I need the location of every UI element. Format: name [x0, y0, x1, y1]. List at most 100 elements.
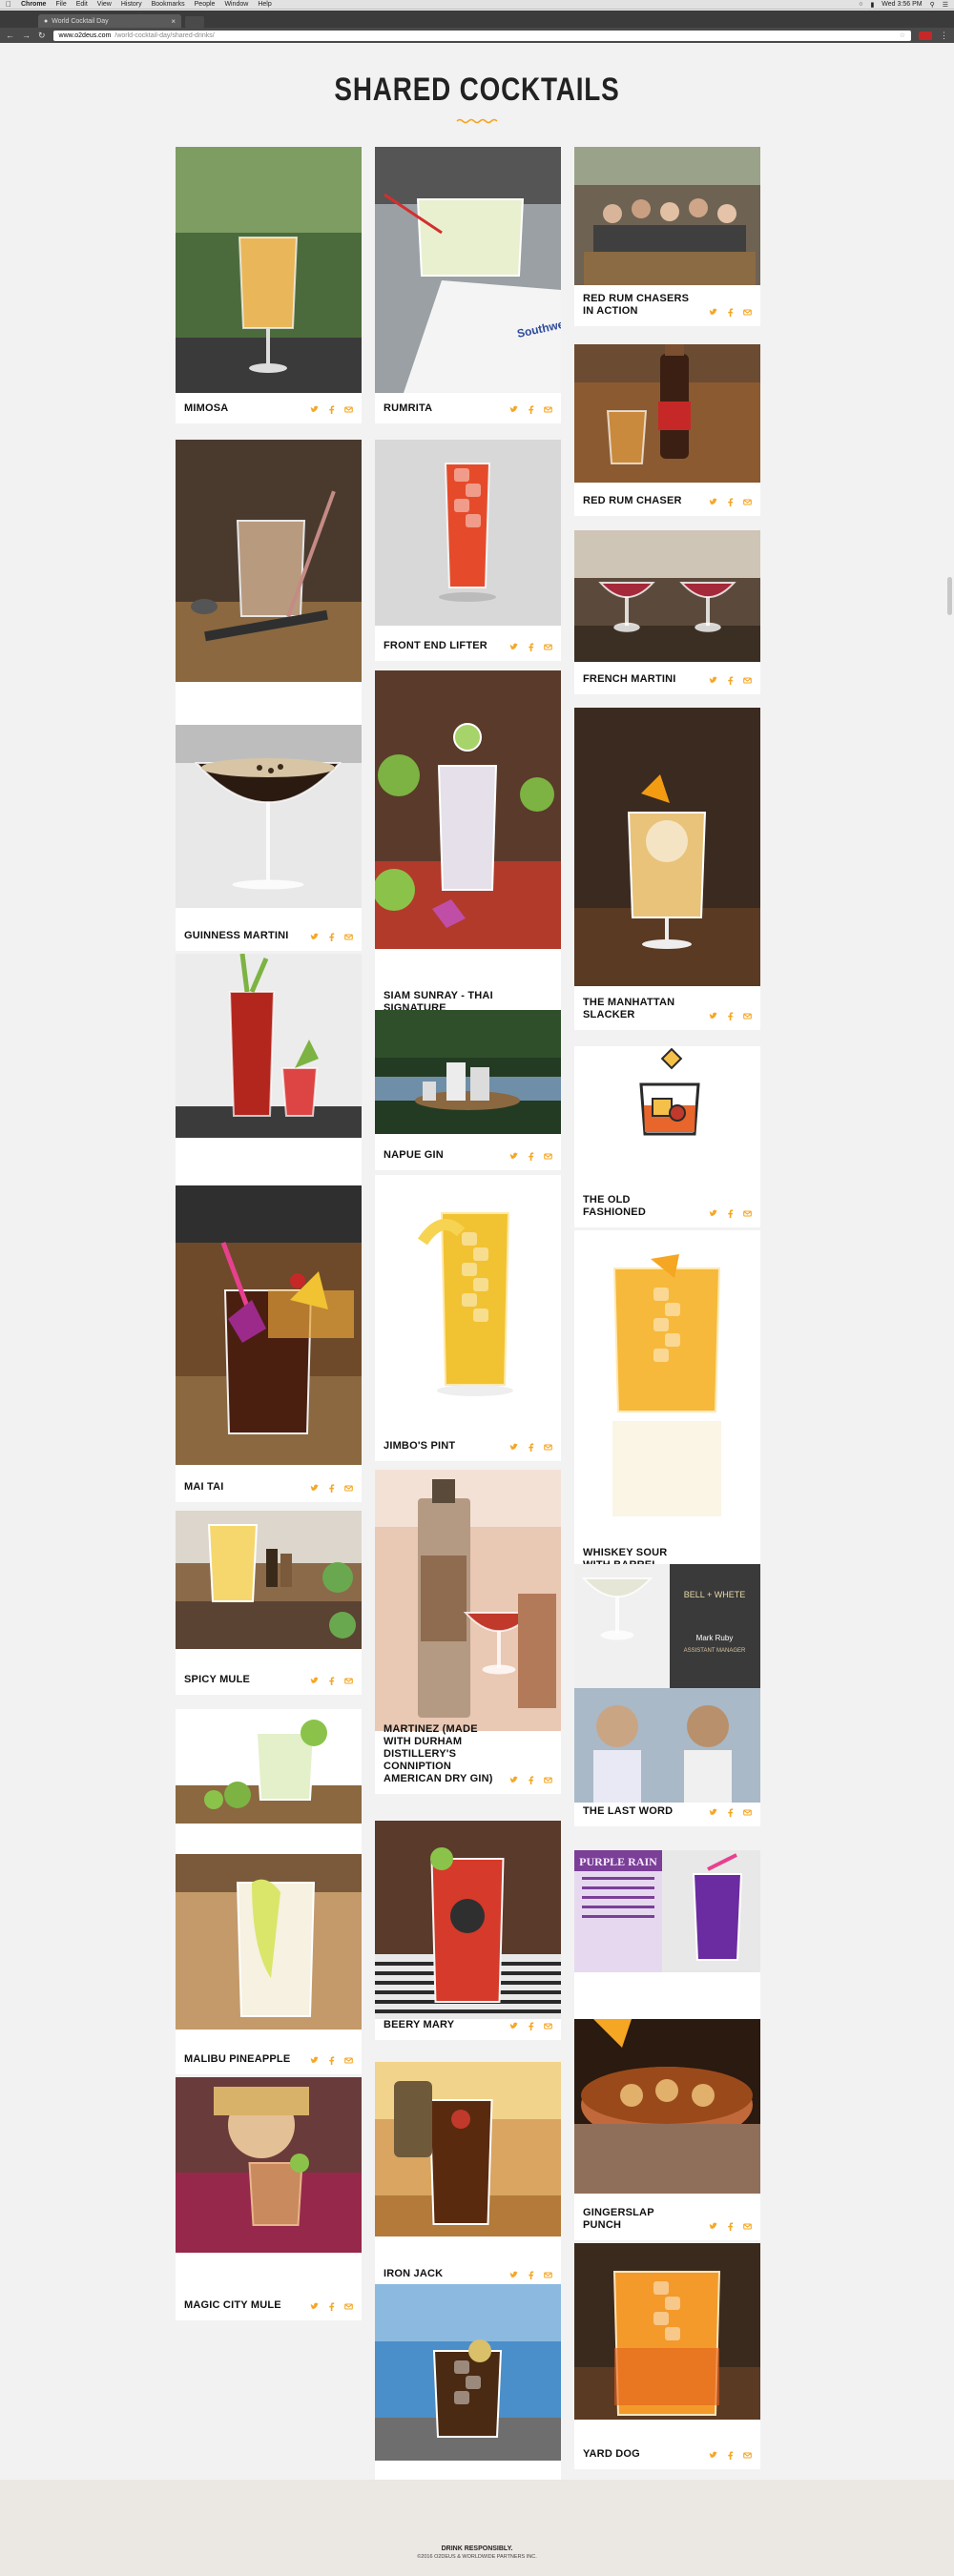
extension-icon[interactable] — [919, 31, 932, 40]
menu-history[interactable]: History — [121, 1, 142, 8]
twitter-icon[interactable] — [310, 2056, 319, 2065]
cocktail-card[interactable]: NAPUE GIN — [375, 1010, 561, 1170]
cocktail-photo[interactable] — [375, 440, 561, 626]
facebook-icon[interactable] — [527, 1443, 535, 1452]
cocktail-photo[interactable] — [176, 1511, 362, 1649]
email-icon[interactable] — [743, 1012, 752, 1020]
menu-list-icon[interactable]: ☰ — [943, 1, 948, 9]
facebook-icon[interactable] — [327, 2302, 336, 2311]
cocktail-photo[interactable] — [176, 1709, 362, 1824]
cocktail-photo[interactable] — [375, 1470, 561, 1731]
cocktail-photo[interactable] — [375, 1821, 561, 2019]
scrollbar[interactable] — [947, 577, 952, 615]
twitter-icon[interactable] — [709, 1012, 717, 1020]
email-icon[interactable] — [544, 1443, 552, 1452]
twitter-icon[interactable] — [310, 933, 319, 941]
email-icon[interactable] — [743, 676, 752, 685]
email-icon[interactable] — [344, 1484, 353, 1493]
facebook-icon[interactable] — [327, 1484, 336, 1493]
facebook-icon[interactable] — [726, 498, 735, 506]
cocktail-card[interactable]: DARK AND SPICY — [375, 2284, 561, 2510]
email-icon[interactable] — [544, 1152, 552, 1161]
email-icon[interactable] — [544, 643, 552, 651]
email-icon[interactable] — [344, 2302, 353, 2311]
cocktail-card[interactable]: FRONT END LIFTER — [375, 440, 561, 661]
cocktail-card[interactable]: GUINNESS MARTINI — [176, 725, 362, 951]
twitter-icon[interactable] — [709, 308, 717, 317]
new-tab-button[interactable] — [185, 16, 204, 28]
menubar-clock[interactable]: Wed 3:56 PM — [881, 1, 922, 8]
facebook-icon[interactable] — [327, 1677, 336, 1685]
email-icon[interactable] — [344, 933, 353, 941]
menu-edit[interactable]: Edit — [76, 1, 88, 8]
email-icon[interactable] — [743, 308, 752, 317]
twitter-icon[interactable] — [709, 498, 717, 506]
search-icon[interactable]: ⚲ — [930, 1, 935, 9]
email-icon[interactable] — [743, 2451, 752, 2460]
cocktail-card[interactable]: THE R&D — [176, 440, 362, 754]
email-icon[interactable] — [544, 1776, 552, 1784]
cocktail-photo[interactable]: BELL + WHETE Mark Ruby ASSISTANT MANAGER — [574, 1564, 760, 1803]
cocktail-photo[interactable] — [375, 1175, 561, 1435]
twitter-icon[interactable] — [509, 1443, 518, 1452]
menu-people[interactable]: People — [195, 1, 216, 8]
facebook-icon[interactable] — [726, 2451, 735, 2460]
apple-icon[interactable]:  — [6, 0, 11, 9]
cocktail-card[interactable]: GINGERSLAP PUNCH — [574, 2019, 760, 2240]
cocktail-photo[interactable] — [574, 2019, 760, 2194]
twitter-icon[interactable] — [509, 643, 518, 651]
facebook-icon[interactable] — [726, 2222, 735, 2231]
cocktail-photo[interactable] — [176, 1185, 362, 1465]
cocktail-photo[interactable] — [176, 1854, 362, 2030]
email-icon[interactable] — [344, 2056, 353, 2065]
twitter-icon[interactable] — [509, 1776, 518, 1784]
email-icon[interactable] — [544, 2022, 552, 2030]
menu-view[interactable]: View — [97, 1, 112, 8]
facebook-icon[interactable] — [527, 2022, 535, 2030]
twitter-icon[interactable] — [709, 676, 717, 685]
bookmark-star-icon[interactable]: ☆ — [900, 31, 905, 39]
cocktail-photo[interactable]: PURPLE RAIN — [574, 1850, 760, 1972]
cocktail-card[interactable]: MAI TAI — [176, 1185, 362, 1502]
reload-icon[interactable]: ↻ — [38, 31, 46, 41]
facebook-icon[interactable] — [527, 1776, 535, 1784]
email-icon[interactable] — [544, 2271, 552, 2279]
facebook-icon[interactable] — [327, 405, 336, 414]
cocktail-card[interactable]: MIMOSA — [176, 147, 362, 423]
twitter-icon[interactable] — [310, 1484, 319, 1493]
twitter-icon[interactable] — [509, 2022, 518, 2030]
twitter-icon[interactable] — [709, 1209, 717, 1218]
twitter-icon[interactable] — [709, 2222, 717, 2231]
cocktail-card[interactable]: SPICY MULE — [176, 1511, 362, 1695]
tab-close-icon[interactable]: × — [171, 17, 176, 26]
cocktail-photo[interactable] — [574, 1230, 760, 1545]
cocktail-card[interactable]: WHISKEY SOUR WITH BARREL SPICE BITTERS — [574, 1230, 760, 1593]
twitter-icon[interactable] — [310, 405, 319, 414]
twitter-icon[interactable] — [509, 405, 518, 414]
facebook-icon[interactable] — [527, 643, 535, 651]
facebook-icon[interactable] — [726, 1209, 735, 1218]
facebook-icon[interactable] — [726, 676, 735, 685]
cocktail-photo[interactable] — [176, 725, 362, 908]
twitter-icon[interactable] — [709, 2451, 717, 2460]
cocktail-card[interactable]: MARTINEZ (MADE WITH DURHAM DISTILLERY'S … — [375, 1470, 561, 1794]
twitter-icon[interactable] — [509, 2271, 518, 2279]
cocktail-photo[interactable] — [574, 530, 760, 662]
cocktail-photo[interactable] — [176, 2077, 362, 2253]
cocktail-photo[interactable] — [574, 1046, 760, 1192]
cocktail-photo[interactable] — [375, 2284, 561, 2461]
cocktail-card[interactable]: THE MANHATTAN SLACKER — [574, 708, 760, 1030]
cocktail-card[interactable]: FRENCH MARTINI — [574, 530, 760, 694]
cocktail-card[interactable]: Southwest RUMRITA — [375, 147, 561, 423]
cocktail-photo[interactable] — [176, 440, 362, 682]
facebook-icon[interactable] — [726, 1012, 735, 1020]
forward-icon[interactable]: → — [22, 31, 31, 40]
browser-menu-icon[interactable]: ⋮ — [940, 31, 948, 41]
facebook-icon[interactable] — [726, 308, 735, 317]
cocktail-card[interactable]: RED RUM CHASER — [574, 344, 760, 516]
cocktail-photo[interactable] — [375, 670, 561, 949]
cocktail-photo[interactable] — [574, 2243, 760, 2420]
cocktail-photo[interactable] — [176, 147, 362, 393]
email-icon[interactable] — [743, 1209, 752, 1218]
menu-file[interactable]: File — [55, 1, 66, 8]
